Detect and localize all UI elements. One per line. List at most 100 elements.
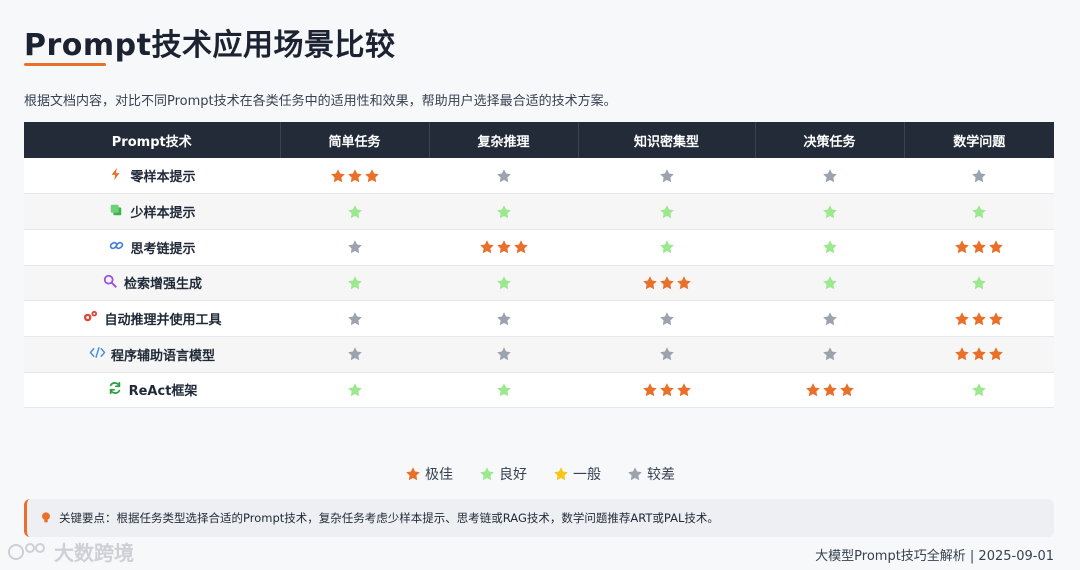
star-icon — [347, 347, 362, 361]
rating-excellent — [330, 168, 380, 184]
star-icon — [659, 168, 674, 182]
watermark-text: 大数跨境 — [54, 541, 134, 565]
header-simple: 简单任务 — [280, 122, 430, 158]
rating-good — [971, 275, 987, 291]
tech-name: 少样本提示 — [130, 206, 196, 222]
star-icon — [347, 204, 362, 218]
star-icon — [642, 383, 657, 397]
legend-item-fair: 一般 — [553, 464, 601, 484]
rating-excellent — [805, 382, 855, 398]
rating-cell-knowledge — [578, 336, 755, 373]
legend-label: 较差 — [647, 467, 675, 483]
table-row: ReAct框架 — [24, 372, 1054, 409]
rating-cell-simple — [280, 193, 429, 230]
star-icon — [955, 347, 969, 361]
tech-name: 程序辅助语言模型 — [110, 348, 215, 364]
star-icon — [347, 240, 362, 254]
star-icon — [347, 311, 362, 325]
star-icon — [972, 240, 986, 254]
star-icon — [822, 383, 837, 397]
legend-item-poor: 较差 — [627, 464, 675, 484]
star-icon — [972, 347, 986, 361]
rating-good — [659, 239, 675, 255]
star-icon — [496, 347, 511, 361]
rating-poor — [822, 311, 838, 327]
rating-excellent — [954, 311, 1004, 327]
legend-label: 一般 — [573, 467, 601, 483]
rating-cell-math — [904, 158, 1054, 195]
table-row: 程序辅助语言模型 — [24, 336, 1054, 373]
rating-cell-reasoning — [429, 193, 578, 230]
watermark-logo-icon — [8, 542, 45, 560]
table-row: 自动推理并使用工具 — [24, 300, 1054, 337]
copy-icon — [108, 203, 124, 221]
legend-label: 良好 — [499, 467, 527, 483]
star-icon — [628, 467, 642, 481]
rating-poor — [347, 239, 363, 255]
code-icon — [89, 345, 106, 364]
header-decision: 决策任务 — [755, 122, 905, 158]
watermark: 大数跨境 — [8, 537, 134, 566]
tech-name: 自动推理并使用工具 — [104, 313, 222, 329]
star-icon — [554, 467, 568, 481]
rating-cell-decision — [755, 265, 904, 302]
rating-excellent — [479, 239, 529, 255]
star-icon — [805, 383, 820, 397]
rating-good — [496, 204, 512, 220]
tech-name: 思考链提示 — [130, 241, 196, 257]
rating-good — [822, 239, 838, 255]
lightbulb-icon — [42, 512, 50, 523]
tech-name-cell: 自动推理并使用工具 — [24, 300, 280, 337]
rating-poor — [496, 168, 512, 184]
star-icon — [822, 311, 837, 325]
rating-cell-reasoning — [429, 336, 578, 373]
star-icon — [659, 240, 674, 254]
star-icon — [822, 168, 837, 182]
tech-name: 检索增强生成 — [123, 277, 202, 293]
star-icon — [822, 347, 837, 361]
tech-name-cell: 少样本提示 — [24, 193, 280, 230]
rating-cell-knowledge — [578, 158, 755, 195]
rating-cell-reasoning — [429, 158, 578, 195]
star-icon — [972, 168, 986, 182]
tech-name: 零样本提示 — [130, 170, 196, 186]
rating-cell-simple — [280, 300, 429, 337]
link-icon — [108, 238, 124, 257]
rating-cell-reasoning — [429, 265, 578, 302]
star-icon — [822, 276, 837, 290]
rating-cell-knowledge — [578, 193, 755, 230]
star-icon — [496, 240, 511, 254]
rating-good — [347, 275, 363, 291]
rating-cell-math — [904, 229, 1054, 266]
rating-cell-reasoning — [429, 229, 578, 266]
star-icon — [676, 383, 691, 397]
rating-cell-reasoning — [429, 300, 578, 337]
rating-poor — [971, 168, 987, 184]
rating-good — [822, 275, 838, 291]
rating-cell-math — [904, 265, 1054, 302]
note-text: 关键要点：根据任务类型选择合适的Prompt技术，复杂任务考虑少样本提示、思考链… — [59, 511, 719, 525]
star-icon — [364, 168, 379, 182]
lightning-icon — [108, 167, 124, 185]
rating-good — [347, 204, 363, 220]
title-underline — [24, 63, 106, 66]
rating-cell-simple — [280, 372, 429, 409]
key-point-note: 关键要点：根据任务类型选择合适的Prompt技术，复杂任务考虑少样本提示、思考链… — [24, 499, 1054, 537]
rating-cell-decision — [755, 372, 904, 409]
tech-name-cell: ReAct框架 — [24, 372, 280, 409]
star-icon — [659, 311, 674, 325]
star-icon — [955, 311, 969, 325]
rating-cell-knowledge — [578, 372, 755, 409]
rating-cell-decision — [755, 336, 904, 373]
star-icon — [347, 168, 362, 182]
rating-good — [347, 382, 363, 398]
rating-excellent — [642, 382, 692, 398]
rating-cell-math — [904, 300, 1054, 337]
star-icon — [972, 311, 986, 325]
rating-cell-simple — [280, 336, 429, 373]
rating-excellent — [642, 275, 692, 291]
star-icon — [989, 240, 1003, 254]
star-icon — [659, 204, 674, 218]
rating-cell-decision — [755, 158, 904, 195]
table-row: 零样本提示 — [24, 158, 1054, 195]
